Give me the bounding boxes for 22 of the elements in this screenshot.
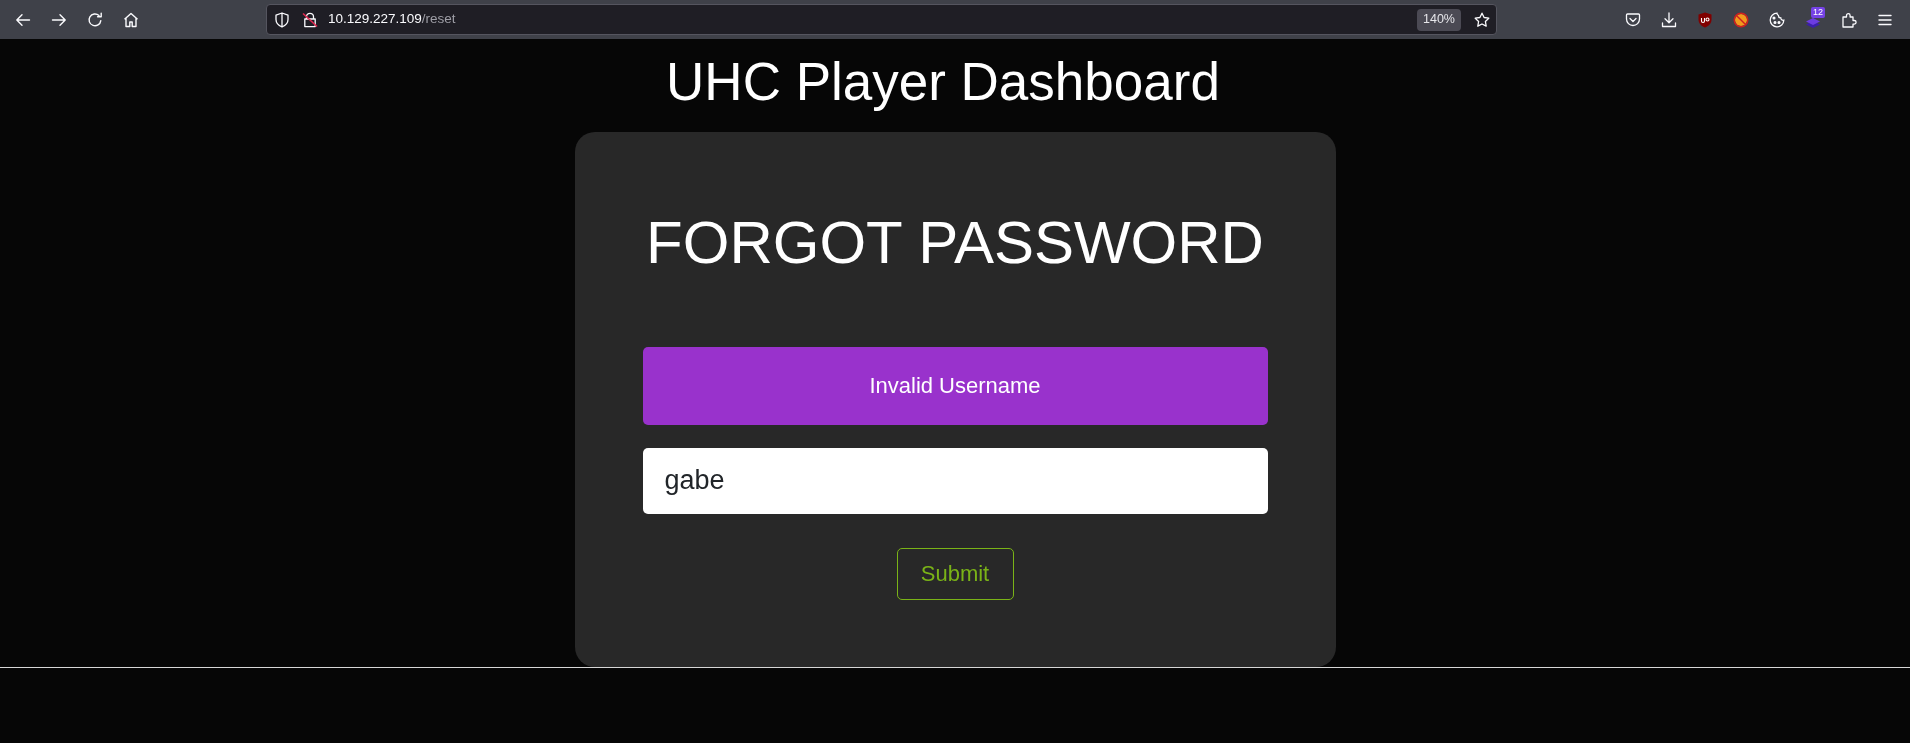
- username-field[interactable]: gabe: [642, 447, 1268, 514]
- prohibited-sign-icon[interactable]: [1733, 11, 1749, 28]
- cookie-icon[interactable]: [1769, 11, 1785, 28]
- url-text[interactable]: 10.129.227.109/reset: [328, 9, 456, 30]
- chevron-pocket-icon[interactable]: [1625, 11, 1641, 28]
- notification-count-badge: 12: [1811, 6, 1825, 18]
- submit-button[interactable]: Submit: [896, 547, 1014, 600]
- error-alert: Invalid Username: [642, 346, 1268, 425]
- page-title: UHC Player Dashboard: [666, 51, 1220, 113]
- shield-icon[interactable]: [274, 11, 290, 28]
- home-icon[interactable]: [123, 11, 139, 28]
- reload-icon[interactable]: [87, 11, 103, 28]
- form-heading: FORGOT PASSWORD: [646, 207, 1264, 278]
- address-bar[interactable]: 10.129.227.109/reset 140%: [266, 4, 1497, 35]
- shield-badge-icon[interactable]: [1697, 11, 1713, 28]
- forward-arrow-icon[interactable]: [51, 11, 67, 28]
- download-icon[interactable]: [1661, 11, 1677, 28]
- crossed-lock-icon[interactable]: [302, 11, 318, 28]
- star-icon[interactable]: [1474, 11, 1490, 28]
- puzzle-piece-icon[interactable]: [1841, 11, 1857, 28]
- back-arrow-icon[interactable]: [15, 11, 31, 28]
- zoom-level-button[interactable]: 140%: [1417, 8, 1461, 31]
